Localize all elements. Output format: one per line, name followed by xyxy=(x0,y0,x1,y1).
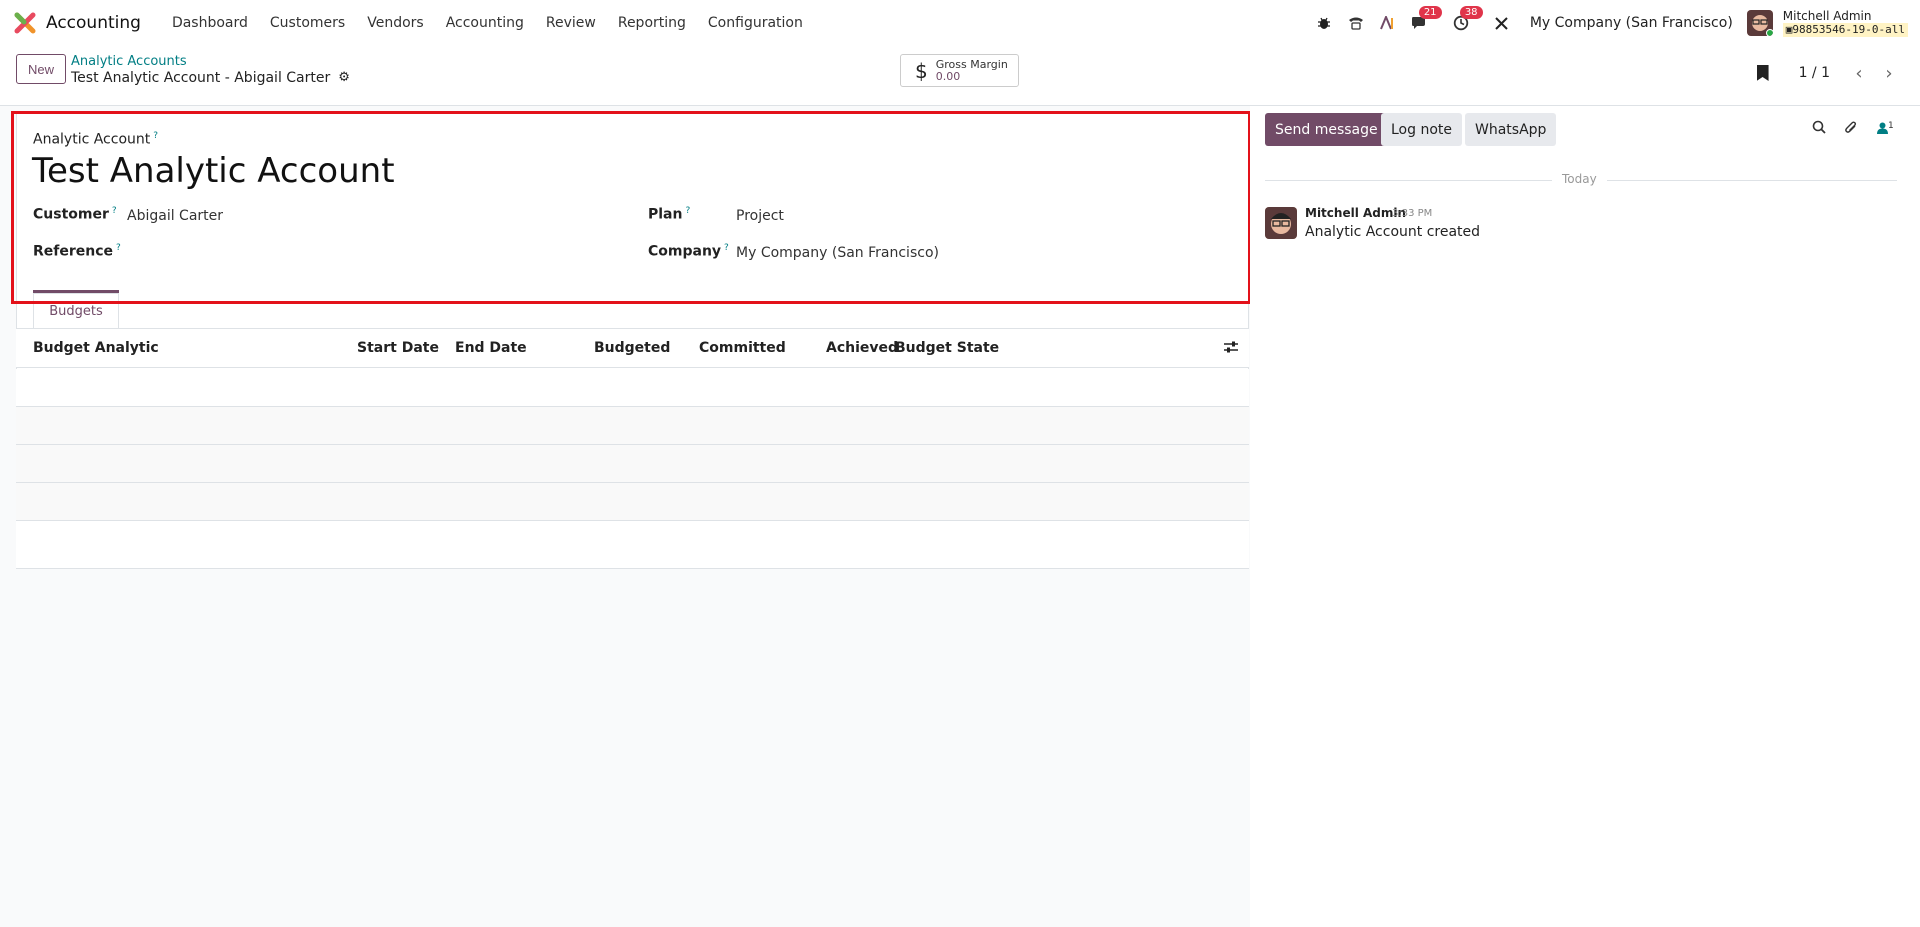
company-field[interactable]: My Company (San Francisco) xyxy=(736,245,939,261)
ai-icon[interactable] xyxy=(1377,12,1399,34)
reference-label-text: Reference xyxy=(33,243,114,260)
menu-vendors[interactable]: Vendors xyxy=(356,15,434,31)
messages-icon[interactable]: 21 xyxy=(1409,6,1442,34)
column-achieved[interactable]: Achieved xyxy=(826,340,898,356)
menu-review[interactable]: Review xyxy=(535,15,607,31)
breadcrumb-parent[interactable]: Analytic Accounts xyxy=(71,54,350,70)
tab-budgets[interactable]: Budgets xyxy=(33,293,119,328)
paperclip-icon[interactable] xyxy=(1844,120,1858,139)
table-row xyxy=(16,407,1249,445)
stat-text: Gross Margin 0.00 xyxy=(935,57,1008,83)
date-separator-label: Today xyxy=(1552,172,1607,186)
dollar-icon: $ xyxy=(915,58,928,83)
followers-button[interactable]: 1 xyxy=(1877,120,1894,138)
phone-icon[interactable] xyxy=(1345,12,1367,34)
help-tooltip-icon[interactable]: ? xyxy=(724,243,729,253)
column-committed[interactable]: Committed xyxy=(699,340,786,356)
search-icon[interactable] xyxy=(1812,120,1826,138)
bookmark-icon[interactable] xyxy=(1756,65,1769,81)
control-panel: New Analytic Accounts Test Analytic Acco… xyxy=(0,46,1920,106)
menu-dashboard[interactable]: Dashboard xyxy=(161,15,259,31)
stat-value: 0.00 xyxy=(935,69,961,83)
reference-label: Reference? xyxy=(33,243,121,260)
app-brand[interactable]: Accounting xyxy=(14,12,141,34)
company-switcher[interactable]: My Company (San Francisco) xyxy=(1530,15,1733,31)
column-start-date[interactable]: Start Date xyxy=(357,340,439,356)
pager-next-icon[interactable]: › xyxy=(1874,60,1904,86)
activities-clock-icon[interactable]: 38 xyxy=(1450,6,1483,34)
breadcrumb-current-label: Test Analytic Account - Abigail Carter xyxy=(71,70,331,86)
pager-previous-icon[interactable]: ‹ xyxy=(1844,60,1874,86)
plan-label-text: Plan xyxy=(648,206,683,223)
column-budgeted[interactable]: Budgeted xyxy=(594,340,670,356)
odoo-app-icon xyxy=(14,12,36,34)
message-author[interactable]: Mitchell Admin xyxy=(1305,206,1406,220)
log-note-button[interactable]: Log note xyxy=(1381,113,1462,146)
help-tooltip-icon[interactable]: ? xyxy=(153,131,158,141)
table-row xyxy=(16,369,1249,407)
breadcrumb-current: Test Analytic Account - Abigail Carter ⚙ xyxy=(71,70,350,86)
menu-configuration[interactable]: Configuration xyxy=(697,15,814,31)
chatter-panel: Send message Log note WhatsApp 1 Today M… xyxy=(1250,106,1920,927)
main-menu: Dashboard Customers Vendors Accounting R… xyxy=(161,15,814,31)
stat-label: Gross Margin xyxy=(935,57,1008,71)
column-budget-analytic[interactable]: Budget Analytic xyxy=(33,340,159,356)
send-message-button[interactable]: Send message xyxy=(1265,113,1388,146)
help-tooltip-icon[interactable]: ? xyxy=(116,243,121,253)
database-name: 98853546-19-0-all xyxy=(1792,23,1905,36)
top-navbar: Accounting Dashboard Customers Vendors A… xyxy=(0,0,1920,46)
debug-bug-icon[interactable] xyxy=(1313,12,1335,34)
menu-customers[interactable]: Customers xyxy=(259,15,356,31)
analytic-account-label-text: Analytic Account xyxy=(33,131,151,148)
customer-label-text: Customer xyxy=(33,206,109,223)
menu-reporting[interactable]: Reporting xyxy=(607,15,697,31)
reference-field[interactable] xyxy=(127,245,527,263)
pager: 1 / 1 ‹ › xyxy=(1756,60,1904,86)
customer-field[interactable]: Abigail Carter xyxy=(127,208,223,224)
tools-icon[interactable] xyxy=(1491,12,1513,34)
database-tag: ▣98853546-19-0-all xyxy=(1782,23,1908,37)
plan-label: Plan? xyxy=(648,206,690,223)
user-menu[interactable]: Mitchell Admin ▣98853546-19-0-all xyxy=(1782,9,1908,37)
help-tooltip-icon[interactable]: ? xyxy=(685,206,690,216)
activities-badge: 38 xyxy=(1459,6,1483,19)
user-avatar[interactable] xyxy=(1746,10,1773,36)
customer-label: Customer? xyxy=(33,206,117,223)
table-row xyxy=(16,445,1249,483)
column-budget-state[interactable]: Budget State xyxy=(895,340,999,356)
column-end-date[interactable]: End Date xyxy=(455,340,527,356)
messages-badge: 21 xyxy=(1418,6,1442,19)
optional-columns-icon[interactable] xyxy=(1223,339,1239,358)
budgets-table-header: Budget Analytic Start Date End Date Budg… xyxy=(16,328,1249,368)
breadcrumb: Analytic Accounts Test Analytic Account … xyxy=(71,54,350,86)
help-tooltip-icon[interactable]: ? xyxy=(112,206,117,216)
app-title: Accounting xyxy=(46,13,141,33)
table-row xyxy=(16,521,1249,569)
analytic-account-name[interactable]: Test Analytic Account xyxy=(32,151,395,191)
message-time: 3:33 PM xyxy=(1392,208,1433,219)
pager-value[interactable]: 1 / 1 xyxy=(1799,65,1830,81)
message-author-avatar[interactable] xyxy=(1265,207,1297,239)
table-row xyxy=(16,483,1249,521)
user-name: Mitchell Admin xyxy=(1782,9,1872,23)
menu-accounting[interactable]: Accounting xyxy=(435,15,535,31)
company-label: Company? xyxy=(648,243,729,260)
new-button[interactable]: New xyxy=(16,54,67,84)
followers-count: 1 xyxy=(1888,121,1894,131)
message-body: Analytic Account created xyxy=(1305,224,1481,240)
gross-margin-stat-button[interactable]: $ Gross Margin 0.00 xyxy=(900,54,1019,87)
follower-user-icon xyxy=(1877,122,1888,134)
analytic-account-label: Analytic Account? xyxy=(33,131,158,148)
gear-icon[interactable]: ⚙ xyxy=(338,70,350,86)
whatsapp-button[interactable]: WhatsApp xyxy=(1465,113,1557,146)
plan-field[interactable]: Project xyxy=(736,208,784,224)
company-label-text: Company xyxy=(648,243,722,260)
online-status-dot xyxy=(1765,29,1773,36)
systray: 21 38 My Company (San Francisco) Mitchel… xyxy=(1308,0,1908,46)
